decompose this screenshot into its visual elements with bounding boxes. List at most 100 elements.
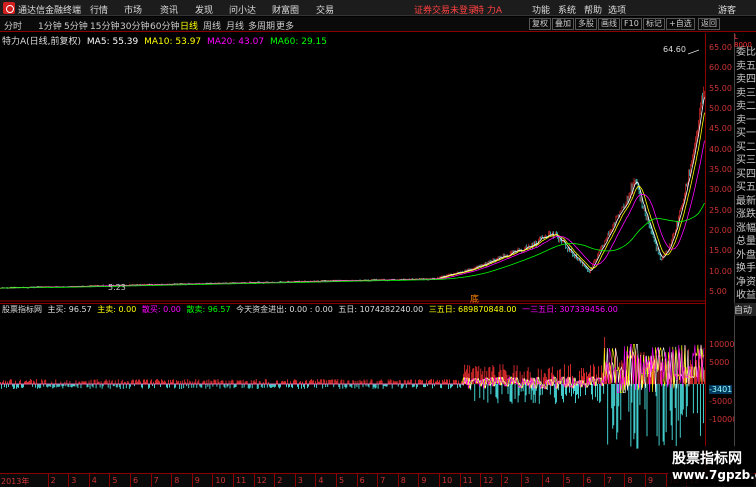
button-fuquan[interactable]: 复权 xyxy=(529,18,551,30)
auto-button[interactable]: 自动 xyxy=(734,303,756,316)
period-fenshi[interactable]: 分时 xyxy=(4,19,22,32)
flow-bar xyxy=(397,384,399,387)
flow-bar xyxy=(192,381,194,384)
menu-item-wenxiaoda[interactable]: 问小达 xyxy=(229,3,256,16)
date-axis-label: 3 xyxy=(297,476,303,485)
button-add-favorite[interactable]: +自选 xyxy=(666,18,695,30)
menu-guest[interactable]: 游客 xyxy=(718,3,736,16)
flow-bar xyxy=(83,381,85,384)
menu-item-caifuquan[interactable]: 财富圈 xyxy=(272,3,299,16)
flow-bar xyxy=(313,380,315,384)
period-5min[interactable]: 5分钟 xyxy=(64,19,88,32)
flow-bar xyxy=(355,380,357,384)
side-panel-item: 收益 xyxy=(736,290,756,301)
date-axis-label: 9 xyxy=(194,476,200,485)
flow-bar xyxy=(184,379,186,384)
flow-bar xyxy=(15,380,16,384)
flow-bar xyxy=(58,384,60,387)
flow-bar xyxy=(376,381,378,384)
period-daily[interactable]: 日线 xyxy=(180,19,198,32)
flow-bar xyxy=(123,381,125,384)
flow-bar xyxy=(398,380,400,384)
money-flow-chart[interactable] xyxy=(0,314,705,472)
flow-bar xyxy=(450,384,451,389)
flow-bar xyxy=(631,384,633,403)
flow-bar xyxy=(27,381,28,384)
date-axis-label: 4 xyxy=(318,476,324,485)
menu-help[interactable]: 帮助 xyxy=(584,3,602,16)
flow-bar xyxy=(210,380,212,384)
flow-bar xyxy=(644,384,646,410)
period-multi[interactable]: 多周期 xyxy=(248,19,275,32)
indicator-name[interactable]: 股票指标网 xyxy=(2,305,42,314)
button-biaoji[interactable]: 标记 xyxy=(643,18,665,30)
date-tick xyxy=(253,474,255,487)
menu-item-hangqing[interactable]: 行情 xyxy=(90,3,108,16)
flow-bar xyxy=(144,379,145,384)
menu-system[interactable]: 系统 xyxy=(558,3,576,16)
period-30min[interactable]: 30分钟 xyxy=(120,19,149,32)
flow-bar xyxy=(230,380,232,384)
flow-bar xyxy=(93,379,95,384)
flow-bar xyxy=(214,379,216,384)
flow-bar xyxy=(22,384,23,388)
flow-bar xyxy=(21,384,22,388)
flow-bar xyxy=(600,384,602,402)
flow-bar xyxy=(343,379,345,384)
indicator-zhumai2: 主卖: 0.00 xyxy=(97,305,137,314)
period-15min[interactable]: 15分钟 xyxy=(90,19,119,32)
flow-bar xyxy=(40,384,42,388)
price-axis-label: 55.00 xyxy=(709,83,732,93)
button-duogu[interactable]: 多股 xyxy=(575,18,597,30)
date-tick xyxy=(68,474,70,487)
button-huaxian[interactable]: 画线 xyxy=(598,18,620,30)
flow-bar xyxy=(277,384,279,388)
flow-bar xyxy=(97,381,99,384)
price-axis-label: 10.00 xyxy=(709,266,732,276)
flow-bar xyxy=(151,379,152,384)
menu-function[interactable]: 功能 xyxy=(532,3,550,16)
flow-bar xyxy=(167,384,168,389)
date-axis-label: 12 xyxy=(483,476,494,485)
flow-bar xyxy=(60,381,62,384)
menu-item-faxian[interactable]: 发现 xyxy=(195,3,213,16)
menu-item-jiaoyi[interactable]: 交易 xyxy=(316,3,334,16)
price-axis-label: 65.00 xyxy=(709,43,732,52)
flow-bar xyxy=(446,379,447,384)
flow-bar xyxy=(379,380,381,384)
flow-bar xyxy=(134,380,136,384)
kline-chart[interactable] xyxy=(0,44,705,302)
flow-bar xyxy=(63,384,65,387)
flow-bar xyxy=(110,381,112,384)
button-diejia[interactable]: 叠加 xyxy=(552,18,574,30)
period-monthly[interactable]: 月线 xyxy=(226,19,244,32)
flow-bar xyxy=(514,384,516,399)
date-axis[interactable]: 2013年 2 3 4 5 6 7 8 9 10 11 12 2 3 4 5 6 7 8 9 10 11 12 2 3 4 5 6 7 8… xyxy=(0,473,756,487)
flow-bar xyxy=(112,384,114,387)
flow-bar xyxy=(448,384,449,389)
flow-bar xyxy=(501,384,503,395)
flow-bar xyxy=(663,384,665,446)
menu-options[interactable]: 选项 xyxy=(608,3,626,16)
flow-bar xyxy=(658,384,660,446)
period-weekly[interactable]: 周线 xyxy=(203,19,221,32)
menu-item-shichang[interactable]: 市场 xyxy=(124,3,142,16)
flow-bar xyxy=(437,379,438,384)
flow-bar xyxy=(66,380,68,384)
login-warning[interactable]: 证券交易未登录 xyxy=(414,3,477,16)
button-back[interactable]: 返回 xyxy=(698,18,720,30)
flow-bar xyxy=(2,381,3,384)
flow-bar xyxy=(418,379,420,384)
button-f10[interactable]: F10 xyxy=(621,18,642,30)
period-more[interactable]: 更多 xyxy=(276,19,294,32)
flow-bar xyxy=(295,379,296,384)
flow-bar xyxy=(339,384,341,389)
menu-item-zixun[interactable]: 资讯 xyxy=(160,3,178,16)
flow-bar xyxy=(212,384,214,387)
period-60min[interactable]: 60分钟 xyxy=(150,19,179,32)
flow-bar xyxy=(344,384,346,387)
flow-bar xyxy=(487,384,489,403)
flow-bar xyxy=(586,371,587,384)
flow-bar xyxy=(592,384,594,400)
period-1min[interactable]: 1分钟 xyxy=(38,19,62,32)
